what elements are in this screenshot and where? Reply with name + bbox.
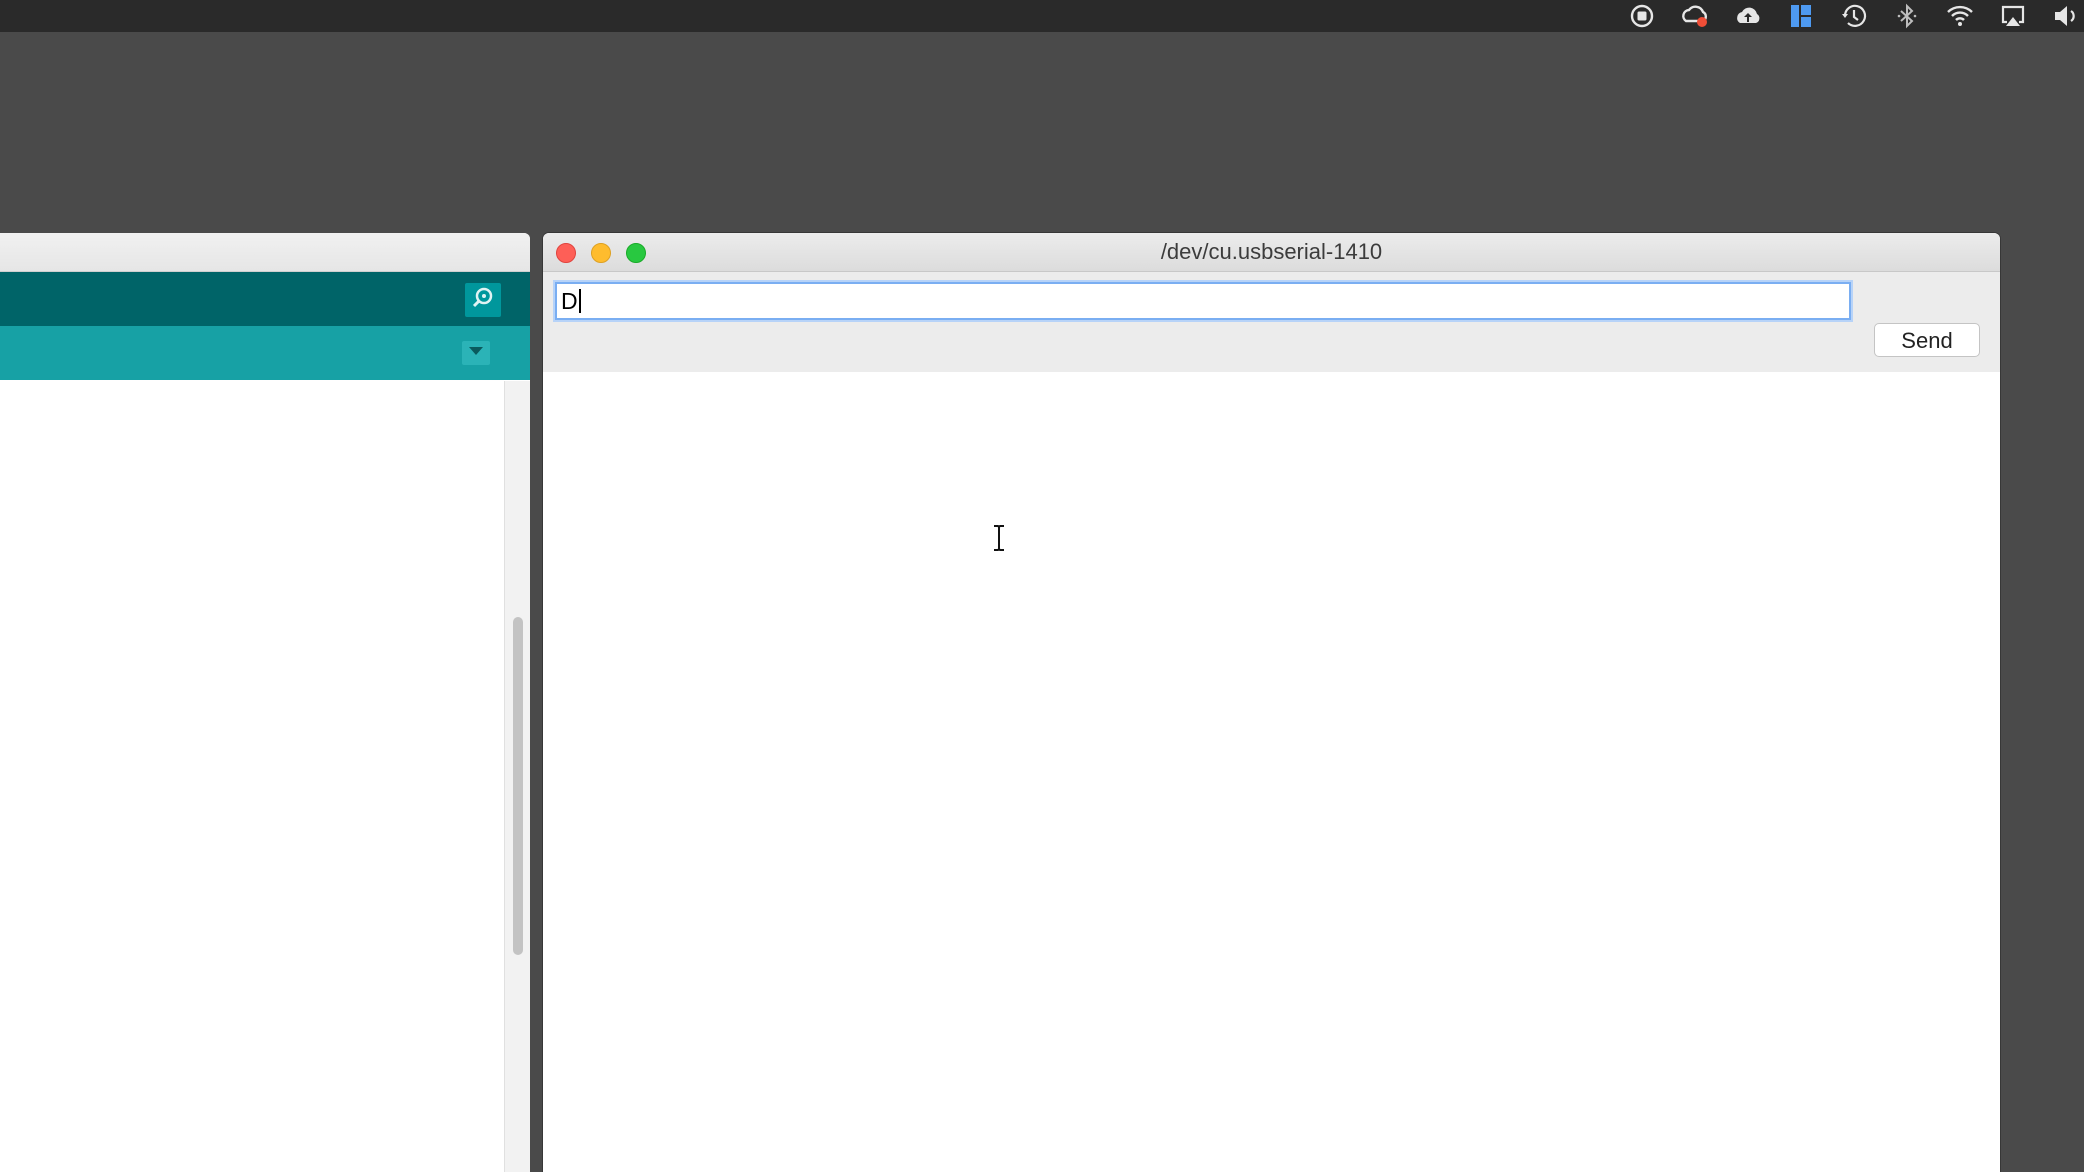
ibeam-cursor-icon [991,524,1007,552]
monitor-titlebar[interactable]: /dev/cu.usbserial-1410 [543,233,2000,272]
cloud-upload-icon[interactable] [1730,0,1766,32]
serial-monitor-button[interactable] [465,283,501,317]
screen-record-icon[interactable] [1624,0,1660,32]
ide-titlebar[interactable] [0,233,530,272]
macos-menubar [0,0,2084,32]
send-button[interactable]: Send [1874,323,1980,357]
wifi-icon[interactable] [1942,0,1978,32]
airplay-icon[interactable] [1995,0,2031,32]
ide-toolbar [0,272,530,326]
tab-menu-button[interactable] [462,341,490,365]
serial-input-field[interactable]: D [555,282,1851,320]
chevron-down-icon [467,344,485,362]
ide-tabbar [0,326,530,380]
input-row: D Send [543,272,2000,373]
scrollbar-thumb[interactable] [513,617,523,955]
layout-app-icon[interactable] [1783,0,1819,32]
serial-output-area[interactable] [543,372,2000,1172]
creative-cloud-icon[interactable] [1677,0,1713,32]
code-editor[interactable] [0,381,504,1172]
text-caret [578,289,581,313]
bluetooth-icon[interactable] [1889,0,1925,32]
window-title: /dev/cu.usbserial-1410 [1160,239,1383,264]
time-machine-icon[interactable] [1836,0,1872,32]
arduino-ide-window [0,233,530,1172]
input-text: D [561,288,578,314]
editor-scrollbar[interactable] [504,381,530,1172]
serial-monitor-window: /dev/cu.usbserial-1410 D Send [543,233,2000,1172]
status-icons [1607,0,2084,32]
volume-icon[interactable] [2048,0,2084,32]
magnifier-icon [470,285,496,316]
